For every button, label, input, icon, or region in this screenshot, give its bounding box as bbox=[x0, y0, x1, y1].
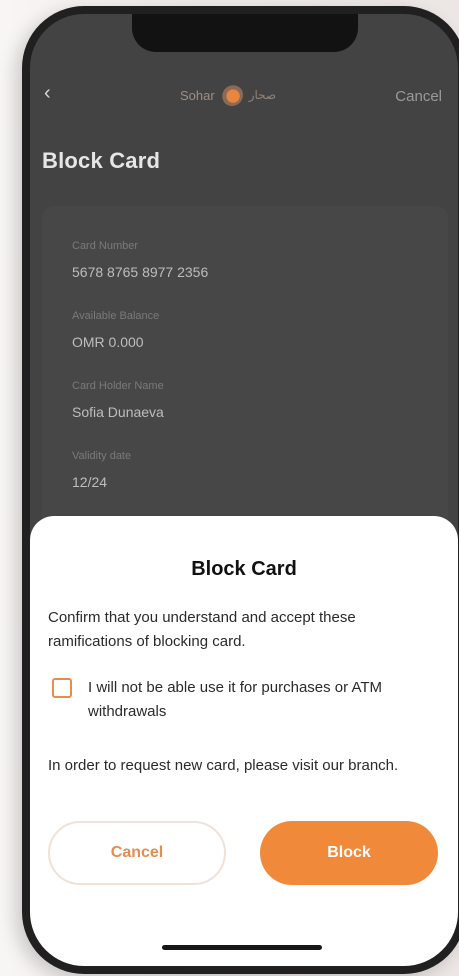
home-indicator bbox=[162, 945, 322, 950]
chevron-left-icon[interactable]: ‹ bbox=[44, 82, 51, 105]
balance-label: Available Balance bbox=[72, 310, 160, 322]
card-number-value: 5678 8765 8977 2356 bbox=[72, 264, 209, 280]
card-number-label: Card Number bbox=[72, 240, 139, 252]
top-nav-bar: ‹ Sohar صحار Cancel bbox=[30, 80, 458, 110]
notch bbox=[132, 14, 358, 52]
card-details-panel: Card Number 5678 8765 8977 2356 Availabl… bbox=[42, 206, 448, 536]
holder-name-value: Sofia Dunaeva bbox=[72, 404, 164, 420]
balance-value: OMR 0.000 bbox=[72, 334, 144, 350]
sheet-title: Block Card bbox=[191, 558, 297, 580]
cancel-button[interactable]: Cancel bbox=[48, 821, 226, 885]
confirm-text: Confirm that you understand and accept t… bbox=[48, 609, 356, 650]
info-text: In order to request new card, please vis… bbox=[48, 757, 399, 774]
phone-screen: ‹ Sohar صحار Cancel Block Card Card Numb… bbox=[30, 14, 458, 966]
checkbox-label: I will not be able use it for purchases … bbox=[88, 679, 383, 720]
holder-name-label: Card Holder Name bbox=[72, 380, 164, 392]
nav-cancel-button[interactable]: Cancel bbox=[395, 88, 442, 105]
logo-mark-icon bbox=[220, 84, 243, 106]
block-button[interactable]: Block bbox=[260, 821, 438, 885]
acknowledge-checkbox[interactable] bbox=[52, 678, 72, 698]
logo-text-en: Sohar bbox=[180, 87, 215, 103]
validity-value: 12/24 bbox=[72, 474, 108, 490]
phone-frame: ‹ Sohar صحار Cancel Block Card Card Numb… bbox=[22, 6, 459, 974]
validity-label: Validity date bbox=[72, 450, 132, 462]
brand-logo: Sohar صحار bbox=[180, 84, 276, 106]
page-title: Block Card bbox=[42, 148, 161, 173]
block-card-bottom-sheet: Block Card Confirm that you understand a… bbox=[30, 516, 458, 966]
logo-text-ar: صحار bbox=[248, 88, 277, 102]
